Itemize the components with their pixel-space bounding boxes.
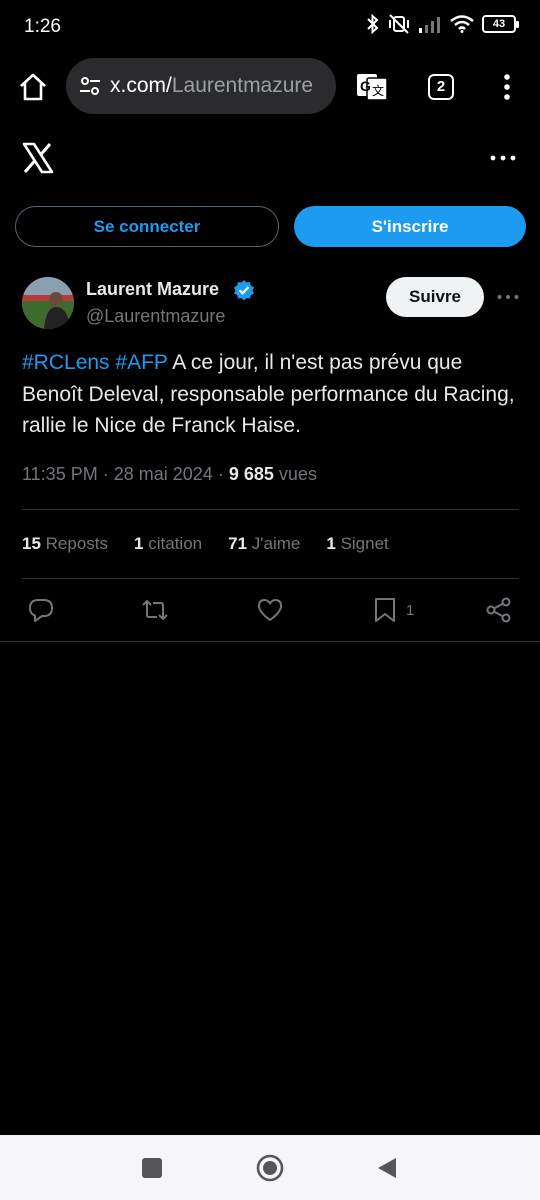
browser-toolbar: x.com/Laurentmazure G文 2 <box>0 56 540 116</box>
back-icon[interactable] <box>376 1156 398 1180</box>
repost-button[interactable] <box>142 594 168 626</box>
author-name[interactable]: Laurent Mazure <box>86 279 219 300</box>
url-path: Laurentmazure <box>171 74 314 97</box>
author-handle[interactable]: @Laurentmazure <box>86 306 225 327</box>
system-nav-bar <box>0 1135 540 1200</box>
more-vertical-icon[interactable] <box>496 72 518 102</box>
reply-icon <box>29 599 53 622</box>
bookmark-icon <box>375 598 395 622</box>
tweet-time[interactable]: 11:35 PM <box>22 464 98 484</box>
verified-badge-icon <box>234 280 254 301</box>
battery-level: 43 <box>492 18 506 30</box>
heart-icon <box>258 599 282 621</box>
address-bar[interactable]: x.com/Laurentmazure <box>66 58 336 114</box>
reposts-count: 15 <box>22 534 41 553</box>
quotes-label: citation <box>148 534 203 553</box>
home-icon[interactable] <box>18 72 48 102</box>
meta-separator: · <box>217 464 224 484</box>
bookmark-button[interactable]: 1 <box>372 594 414 626</box>
avatar-image <box>22 277 74 329</box>
x-logo-icon[interactable] <box>22 142 54 174</box>
views-count: 9 685 <box>228 464 274 484</box>
follow-button[interactable]: Suivre <box>386 277 484 317</box>
wifi-icon <box>450 15 474 33</box>
tab-count-button[interactable]: 2 <box>428 74 454 100</box>
engagement-stats: 15 Reposts 1 citation 71 J'aime 1 Signet <box>22 534 415 554</box>
tweet-actions: 1 <box>0 594 540 626</box>
bookmarks-label: Signet <box>340 534 389 553</box>
bookmarks-stat[interactable]: 1 Signet <box>326 534 388 554</box>
more-horizontal-icon[interactable] <box>488 148 518 168</box>
tweet-text: #RCLens #AFP A ce jour, il n'est pas pré… <box>22 347 522 442</box>
vibrate-off-icon <box>389 14 409 34</box>
reply-button[interactable] <box>28 594 54 626</box>
quotes-count: 1 <box>134 534 144 553</box>
reposts-label: Reposts <box>45 534 109 553</box>
quotes-stat[interactable]: 1 citation <box>134 534 202 554</box>
divider <box>22 578 519 579</box>
tweet-more-icon[interactable] <box>496 290 520 304</box>
hashtag-link[interactable]: #RCLens <box>22 351 110 374</box>
meta-separator: · <box>102 464 109 484</box>
svg-text:文: 文 <box>372 83 384 98</box>
recents-icon[interactable] <box>142 1158 162 1178</box>
likes-stat[interactable]: 71 J'aime <box>228 534 300 554</box>
home-nav-icon[interactable] <box>256 1154 284 1182</box>
bookmarks-count: 1 <box>326 534 336 553</box>
views-label: vues <box>278 464 317 484</box>
repost-icon <box>142 600 168 620</box>
share-icon <box>486 597 511 623</box>
url-host: x.com/ <box>110 74 172 97</box>
status-bar: 1:26 43 <box>0 0 540 56</box>
signal-icon <box>419 17 440 33</box>
translate-icon[interactable]: G文 <box>355 70 389 104</box>
bluetooth-icon <box>367 14 379 34</box>
divider <box>0 641 540 642</box>
like-button[interactable] <box>257 594 283 626</box>
hashtag-link[interactable]: #AFP <box>115 351 167 374</box>
url-text[interactable]: x.com/Laurentmazure <box>110 74 313 98</box>
share-button[interactable] <box>486 594 512 626</box>
avatar[interactable] <box>22 277 74 329</box>
likes-count: 71 <box>228 534 248 553</box>
site-settings-icon[interactable] <box>78 74 102 98</box>
status-time: 1:26 <box>24 16 61 37</box>
reposts-stat[interactable]: 15 Reposts <box>22 534 108 554</box>
tweet-metadata: 11:35 PM · 28 mai 2024 · 9 685 vues <box>22 464 317 485</box>
svg-text:G: G <box>360 78 371 94</box>
divider <box>22 509 519 510</box>
signup-button[interactable]: S'inscrire <box>294 206 526 247</box>
bookmark-count: 1 <box>406 601 415 619</box>
tweet-date[interactable]: 28 mai 2024 <box>114 464 213 484</box>
status-icons: 43 <box>366 14 519 34</box>
login-button[interactable]: Se connecter <box>15 206 279 247</box>
battery-icon: 43 <box>482 15 519 33</box>
likes-label: J'aime <box>251 534 301 553</box>
